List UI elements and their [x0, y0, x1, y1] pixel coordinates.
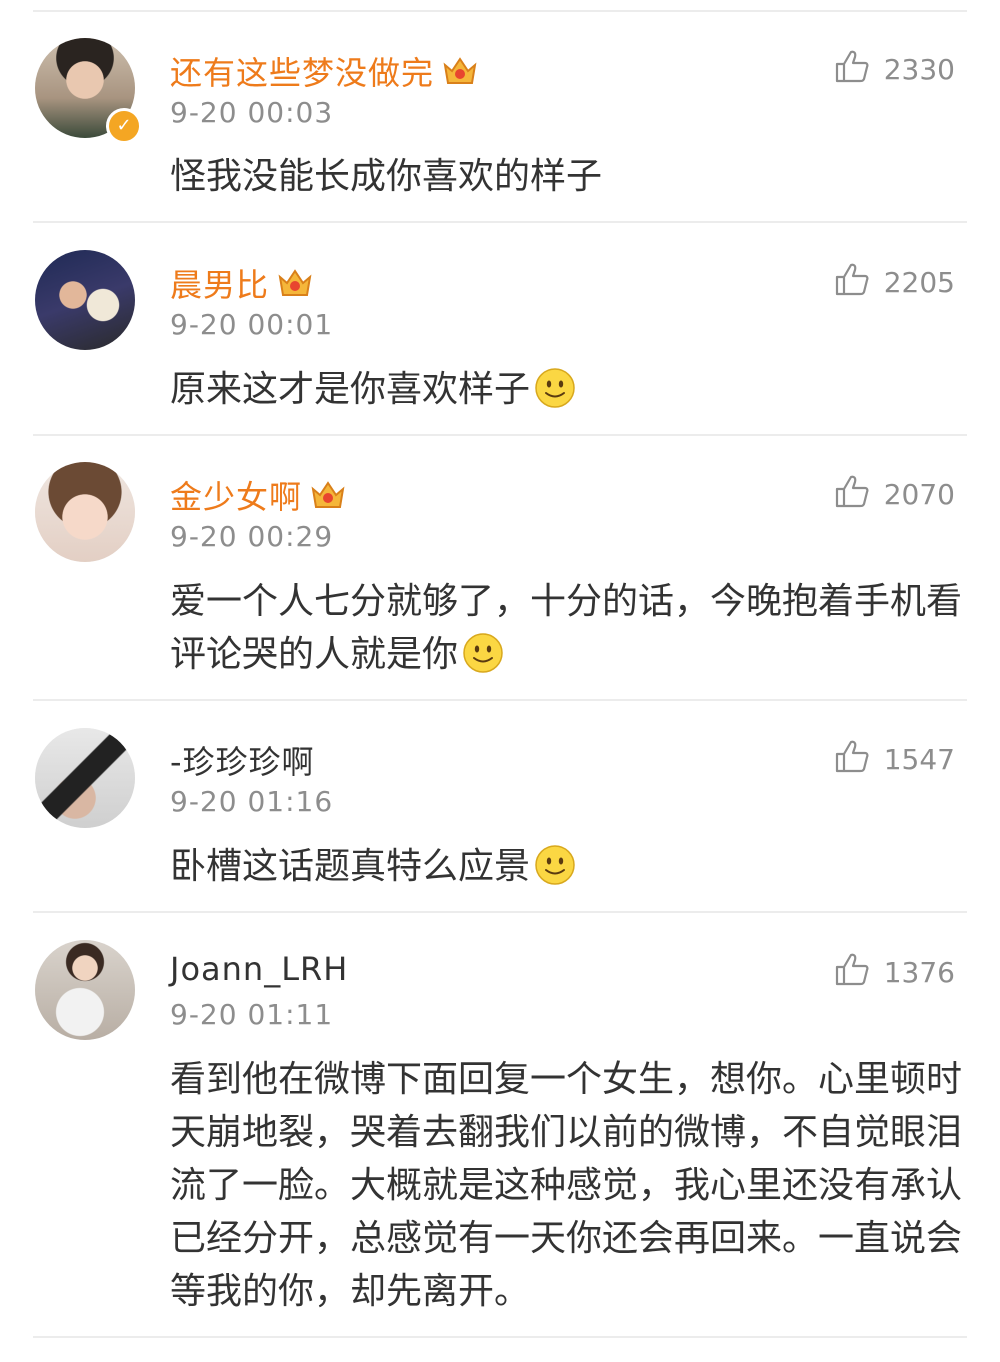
comment-text: 看到他在微博下面回复一个女生，想你。心里顿时天崩地裂，哭着去翻我们以前的微博，不… — [170, 1053, 970, 1318]
timestamp: 9-20 00:03 — [170, 96, 334, 129]
username[interactable]: 还有这些梦没做完 — [170, 48, 478, 94]
timestamp: 9-20 00:01 — [170, 308, 334, 341]
crown-icon — [277, 267, 313, 299]
divider — [33, 221, 967, 223]
username-text: Joann_LRH — [170, 950, 349, 988]
smile-emoji-icon — [535, 368, 575, 408]
divider — [33, 699, 967, 701]
username[interactable]: 晨男比 — [170, 260, 313, 306]
comment-text-body: 怪我没能长成你喜欢的样子 — [170, 156, 603, 197]
like-count: 2205 — [883, 266, 955, 299]
comment-text: 怪我没能长成你喜欢的样子 — [170, 150, 970, 203]
like-button[interactable]: 2205 — [834, 261, 955, 304]
verified-badge-icon: ✓ — [106, 108, 142, 144]
comment-text-body: 看到他在微博下面回复一个女生，想你。心里顿时天崩地裂，哭着去翻我们以前的微博，不… — [170, 1059, 963, 1312]
username-text: -珍珍珍啊 — [170, 743, 315, 781]
avatar[interactable] — [35, 728, 135, 828]
thumbs-up-icon — [834, 48, 870, 91]
username-text: 还有这些梦没做完 — [170, 54, 435, 92]
like-button[interactable]: 1376 — [834, 951, 955, 994]
like-count: 1376 — [883, 956, 955, 989]
divider — [33, 1336, 967, 1338]
avatar[interactable] — [35, 250, 135, 350]
thumbs-up-icon — [834, 473, 870, 516]
like-count: 2330 — [883, 53, 955, 86]
avatar[interactable] — [35, 462, 135, 562]
like-count: 1547 — [883, 743, 955, 776]
thumbs-up-icon — [834, 261, 870, 304]
like-button[interactable]: 1547 — [834, 738, 955, 781]
top-divider — [33, 10, 967, 12]
avatar[interactable] — [35, 940, 135, 1040]
comment-text-body: 爱一个人七分就够了，十分的话，今晚抱着手机看评论哭的人就是你 — [170, 581, 963, 675]
username-text: 晨男比 — [170, 266, 270, 304]
username[interactable]: Joann_LRH — [170, 950, 348, 988]
divider — [33, 911, 967, 913]
smile-emoji-icon — [463, 633, 503, 673]
comment-text-body: 卧槽这话题真特么应景 — [170, 846, 531, 887]
crown-icon — [310, 479, 346, 511]
like-button[interactable]: 2330 — [834, 48, 955, 91]
username[interactable]: 金少女啊 — [170, 472, 346, 518]
like-button[interactable]: 2070 — [834, 473, 955, 516]
username-text: 金少女啊 — [170, 478, 303, 516]
thumbs-up-icon — [834, 951, 870, 994]
username[interactable]: -珍珍珍啊 — [170, 737, 315, 783]
smile-emoji-icon — [535, 845, 575, 885]
thumbs-up-icon — [834, 738, 870, 781]
timestamp: 9-20 01:16 — [170, 785, 334, 818]
divider — [33, 434, 967, 436]
like-count: 2070 — [883, 478, 955, 511]
crown-icon — [442, 55, 478, 87]
timestamp: 9-20 00:29 — [170, 520, 334, 553]
timestamp: 9-20 01:11 — [170, 998, 334, 1031]
comment-text-body: 原来这才是你喜欢样子 — [170, 369, 531, 410]
comment-text: 卧槽这话题真特么应景 — [170, 840, 970, 893]
comment-text: 原来这才是你喜欢样子 — [170, 363, 970, 416]
comment-text: 爱一个人七分就够了，十分的话，今晚抱着手机看评论哭的人就是你 — [170, 575, 970, 681]
